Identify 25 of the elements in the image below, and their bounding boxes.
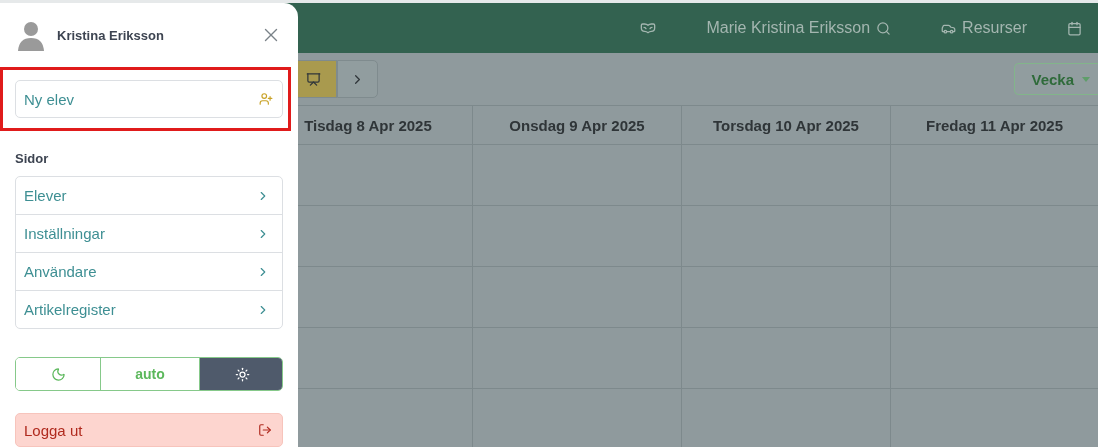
- add-user-icon: [259, 92, 273, 106]
- sun-icon: [234, 366, 250, 382]
- caret-icon: [1082, 76, 1090, 82]
- moon-icon: [50, 366, 66, 382]
- mask-icon[interactable]: [640, 20, 657, 36]
- menu-item[interactable]: Inställningar: [16, 214, 282, 252]
- menu-item[interactable]: Elever: [16, 177, 282, 214]
- user-name[interactable]: Marie Kristina Eriksson: [706, 19, 871, 37]
- resources-link[interactable]: Resurser: [962, 19, 1027, 37]
- menu-item[interactable]: Användare: [16, 252, 282, 290]
- presentation-icon: [306, 71, 321, 87]
- search-icon[interactable]: [876, 20, 892, 36]
- logout-button[interactable]: Logga ut: [15, 413, 283, 447]
- logout-icon: [258, 423, 272, 437]
- user-name: Kristina Eriksson: [57, 27, 165, 43]
- day-header: Onsdag 9 Apr 2025: [472, 106, 681, 145]
- day-header: Torsdag 10 Apr 2025: [681, 106, 890, 145]
- menu-item[interactable]: Artikelregister: [16, 290, 282, 328]
- section-title: Sidor: [15, 151, 50, 166]
- view-select[interactable]: Vecka: [1014, 63, 1098, 95]
- new-student-field[interactable]: Ny elev: [15, 80, 283, 118]
- calendar-icon[interactable]: [1067, 20, 1082, 36]
- day-header: Fredag 11 Apr 2025: [890, 106, 1098, 145]
- avatar-icon: [15, 19, 47, 51]
- theme-option[interactable]: [199, 358, 282, 390]
